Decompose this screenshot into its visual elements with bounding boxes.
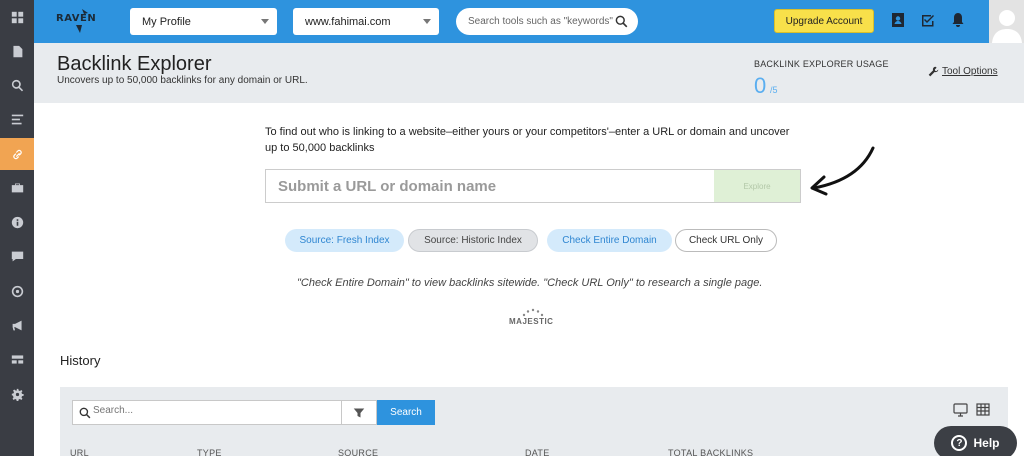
page-title: Backlink Explorer [57, 53, 212, 75]
explore-button[interactable]: Explore [714, 170, 800, 202]
mode-note: "Check Entire Domain" to view backlinks … [297, 277, 763, 289]
raven-logo[interactable]: RAVEN [56, 7, 100, 35]
logo-text: RAVEN [56, 13, 97, 24]
upgrade-account-button[interactable]: Upgrade Account [774, 9, 874, 33]
tool-options-link[interactable]: Tool Options [928, 66, 998, 77]
intro-text: To find out who is linking to a website–… [265, 126, 790, 154]
link-icon [12, 149, 22, 159]
domain-select-value: www.fahimai.com [305, 15, 391, 28]
table-settings-icon [976, 403, 990, 416]
column-header-source[interactable]: SOURCE [338, 448, 378, 456]
column-header-total-backlinks[interactable]: TOTAL BACKLINKS [668, 448, 753, 456]
sidebar-item-reports[interactable] [0, 104, 34, 134]
sidebar-item-settings[interactable] [0, 379, 34, 409]
search-icon [615, 15, 628, 28]
majestic-text: MAJESTIC [509, 317, 554, 326]
page-subtitle: Uncovers up to 50,000 backlinks for any … [57, 75, 308, 86]
sidebar-item-search[interactable] [0, 70, 34, 100]
display-button[interactable] [953, 403, 968, 417]
list-icon [11, 114, 23, 124]
avatar[interactable] [989, 0, 1024, 43]
tool-search-placeholder: Search tools such as "keywords" [468, 16, 613, 27]
contacts-button[interactable] [890, 12, 906, 28]
help-label: Help [973, 436, 1000, 450]
chat-icon [11, 251, 23, 261]
tool-options-label: Tool Options [942, 66, 998, 77]
history-title: History [60, 353, 101, 368]
column-header-type[interactable]: TYPE [197, 448, 222, 456]
tasks-icon [922, 15, 934, 27]
majestic-logo: MAJESTIC [506, 306, 560, 328]
chevron-down-icon [423, 19, 431, 24]
sidebar-item-layout[interactable] [0, 344, 34, 374]
check-entire-domain-toggle[interactable]: Check Entire Domain [547, 229, 672, 252]
sidebar-item-target[interactable] [0, 276, 34, 306]
bell-icon [952, 13, 964, 27]
usage-label: BACKLINK EXPLORER USAGE [754, 59, 889, 69]
user-silhouette-icon [991, 10, 1022, 43]
megaphone-icon [12, 320, 22, 330]
document-icon [12, 45, 22, 57]
column-header-url[interactable]: URL [70, 448, 89, 456]
info-icon [11, 216, 23, 228]
usage-unit: /5 [770, 85, 778, 95]
sidebar-item-dashboard[interactable] [0, 2, 34, 32]
domain-select[interactable]: www.fahimai.com [293, 8, 439, 35]
funnel-icon [353, 408, 365, 417]
briefcase-icon [11, 182, 23, 192]
notifications-button[interactable] [950, 12, 966, 28]
sidebar-item-documents[interactable] [0, 36, 34, 66]
monitor-icon [953, 403, 968, 417]
sidebar-item-info[interactable] [0, 207, 34, 237]
chevron-down-icon [261, 19, 269, 24]
top-bar: RAVEN My Profile www.fahimai.com Search … [34, 0, 1024, 43]
history-search-input[interactable] [93, 405, 363, 416]
column-header-date[interactable]: DATE [525, 448, 550, 456]
usage-value: 0 [754, 73, 767, 98]
source-fresh-index-toggle[interactable]: Source: Fresh Index [285, 229, 404, 252]
sidebar-item-chat[interactable] [0, 241, 34, 271]
sidebar [0, 0, 34, 456]
history-panel: Search URL TYPE SOURCE DATE TOTAL BACKLI… [60, 387, 1008, 456]
search-icon [11, 79, 23, 91]
question-icon: ? [951, 435, 968, 451]
search-icon [79, 407, 91, 419]
arrow-annotation-icon [810, 146, 875, 196]
check-url-only-toggle[interactable]: Check URL Only [675, 229, 777, 252]
help-button[interactable]: ? Help [934, 426, 1017, 456]
layout-icon [11, 354, 23, 364]
history-search-box [72, 400, 377, 425]
columns-button[interactable] [976, 403, 991, 417]
history-search-button[interactable]: Search [377, 400, 435, 425]
url-input[interactable] [278, 178, 698, 195]
contacts-icon [892, 13, 904, 27]
profile-select[interactable]: My Profile [130, 8, 277, 35]
sidebar-item-marketing[interactable] [0, 310, 34, 340]
page-header: Backlink Explorer Uncovers up to 50,000 … [34, 43, 1024, 103]
gear-icon [11, 388, 24, 401]
source-historic-index-toggle[interactable]: Source: Historic Index [408, 229, 538, 252]
dashboard-icon [11, 11, 23, 23]
profile-select-value: My Profile [142, 15, 191, 28]
target-icon [11, 285, 23, 297]
wrench-icon [928, 66, 939, 77]
sidebar-item-links[interactable] [0, 138, 34, 170]
url-form: Explore [265, 169, 801, 203]
filter-button[interactable] [341, 400, 377, 425]
tool-search-input[interactable]: Search tools such as "keywords" [456, 8, 638, 35]
tasks-button[interactable] [920, 12, 936, 28]
sidebar-item-business[interactable] [0, 172, 34, 202]
